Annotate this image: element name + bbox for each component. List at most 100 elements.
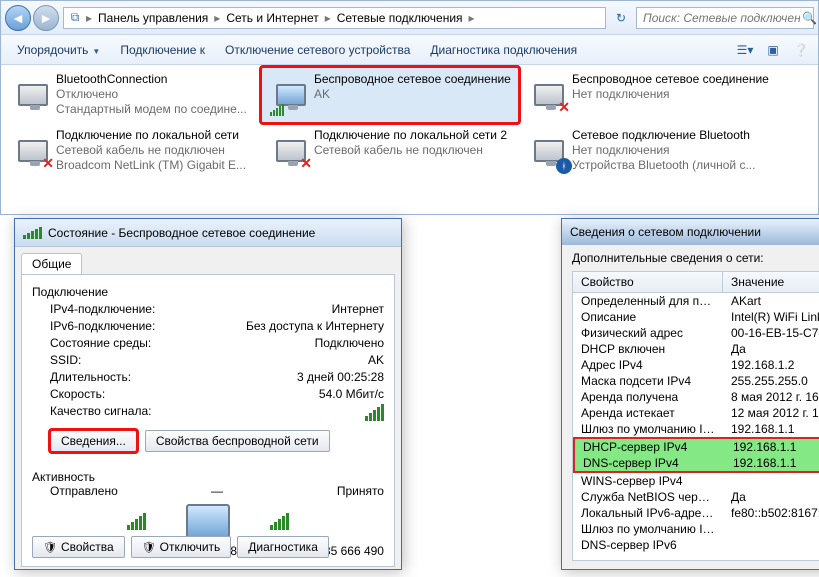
connection-wireless-2[interactable]: ✕ Беспроводное сетевое соединение 2 Нет … [519,67,777,123]
connection-wireless-1[interactable]: Беспроводное сетевое соединение AK [261,67,519,123]
table-row[interactable]: DNS-сервер IPv4192.168.1.1 [573,455,819,473]
connection-name: Беспроводное сетевое соединение [314,72,512,87]
adapter-icon [18,84,48,106]
ssid-value: AK [368,353,384,367]
connection-bt-net[interactable]: ✕ᚼ Сетевое подключение Bluetooth Нет под… [519,123,777,179]
signal-bars-icon [365,404,384,421]
signal-quality-label: Качество сигнала: [50,404,365,424]
dialog-title: Состояние - Беспроводное сетевое соедине… [48,226,315,240]
signal-icon [270,513,289,530]
property-name: DNS-сервер IPv4 [575,455,725,471]
wireless-properties-button[interactable]: Свойства беспроводной сети [145,430,330,452]
bluetooth-icon: ᚼ [556,158,572,174]
table-row[interactable]: DNS-сервер IPv6 [573,537,819,553]
table-row[interactable]: ОписаниеIntel(R) WiFi Link 5150 [573,309,819,325]
table-row[interactable]: DHCP включенДа [573,341,819,357]
property-name: Шлюз по умолчанию IP... [573,421,723,437]
connection-device: Broadcom NetLink (TM) Gigabit E... [56,158,254,173]
dash: — [161,484,272,498]
connection-lan-1[interactable]: ✕ Подключение по локальной сети Сетевой … [3,123,261,179]
breadcrumb[interactable]: ⧉ ▸ Панель управления ▸ Сеть и Интернет … [63,7,606,29]
table-row[interactable]: Шлюз по умолчанию IP... [573,521,819,537]
table-row[interactable]: Маска подсети IPv4255.255.255.0 [573,373,819,389]
property-name: Физический адрес [573,325,723,341]
diagnose-button[interactable]: Диагностика подключения [420,40,587,60]
address-bar: ◄ ► ⧉ ▸ Панель управления ▸ Сеть и Интер… [1,1,818,35]
connection-status: Отключено [56,87,254,102]
monitor-icon [186,504,230,538]
table-row[interactable]: Аренда получена8 мая 2012 г. 16:53:55 [573,389,819,405]
adapter-icon [276,84,306,106]
disable-button[interactable]: 🛡Отключить [131,536,232,558]
property-name: Шлюз по умолчанию IP... [573,521,723,537]
connect-to-button[interactable]: Подключение к [110,40,215,60]
details-button[interactable]: Сведения... [50,430,137,452]
table-row[interactable]: Адрес IPv4192.168.1.2 [573,357,819,373]
signal-icon [127,513,146,530]
command-bar: Упорядочить▼ Подключение к Отключение се… [1,35,818,65]
search-box[interactable]: 🔍 [636,7,814,29]
help-button[interactable]: ❔ [790,43,812,57]
property-name: Локальный IPv6-адрес... [573,505,723,521]
disable-device-button[interactable]: Отключение сетевого устройства [215,40,420,60]
connection-name: Подключение по локальной сети [56,128,254,143]
property-value: AKart [723,293,819,309]
forward-button[interactable]: ► [33,5,59,31]
ipv4-value: Интернет [332,302,384,316]
signal-bars-icon [270,104,284,116]
property-name: DNS-сервер IPv6 [573,537,723,553]
property-name: Аренда истекает [573,405,723,421]
tab-general[interactable]: Общие [21,253,82,274]
table-row[interactable]: Шлюз по умолчанию IP...192.168.1.1 [573,421,819,437]
table-row[interactable]: WINS-сервер IPv4 [573,473,819,489]
property-name: Адрес IPv4 [573,357,723,373]
group-activity-label: Активность [32,470,384,484]
dialog-titlebar[interactable]: Сведения о сетевом подключении ✕ [562,219,819,245]
column-property[interactable]: Свойство [573,272,723,292]
speed-label: Скорость: [50,387,319,401]
group-connection-label: Подключение [32,285,384,299]
dialog-titlebar[interactable]: Состояние - Беспроводное сетевое соедине… [15,219,401,247]
table-row[interactable]: Аренда истекает12 мая 2012 г. 16:39:25 [573,405,819,421]
table-row[interactable]: Служба NetBIOS через...Да [573,489,819,505]
table-row[interactable]: DHCP-сервер IPv4192.168.1.1 [573,437,819,455]
column-value[interactable]: Значение [723,272,819,292]
diagnose-button[interactable]: Диагностика [237,536,329,558]
properties-button[interactable]: 🛡Свойства [32,536,125,558]
preview-pane-button[interactable]: ▣ [762,43,784,57]
back-button[interactable]: ◄ [5,5,31,31]
breadcrumb-seg-3[interactable]: Сетевые подключения [333,11,467,25]
properties-table: Свойство Значение Определенный для по...… [572,271,819,561]
refresh-button[interactable]: ↻ [610,11,632,25]
connection-bluetooth[interactable]: BluetoothConnection Отключено Стандартны… [3,67,261,123]
search-icon: 🔍 [802,11,817,25]
property-value: 255.255.255.0 [723,373,819,389]
organize-menu[interactable]: Упорядочить▼ [7,40,110,60]
connection-lan-2[interactable]: ✕ Подключение по локальной сети 2 Сетево… [261,123,519,179]
connection-status: Сетевой кабель не подключен [314,143,512,158]
sent-label: Отправлено [32,484,161,498]
property-name: DHCP включен [573,341,723,357]
table-row[interactable]: Определенный для по...AKart [573,293,819,309]
property-value [723,473,819,489]
ipv6-label: IPv6-подключение: [50,319,246,333]
search-input[interactable] [641,10,802,26]
shield-icon: 🛡 [142,541,156,554]
view-mode-button[interactable]: ☰▾ [734,43,756,57]
connection-name: BluetoothConnection [56,72,254,87]
signal-icon [23,227,42,239]
breadcrumb-seg-1[interactable]: Панель управления [94,11,212,25]
ssid-label: SSID: [50,353,368,367]
status-panel: Подключение IPv4-подключение:Интернет IP… [21,275,395,567]
table-row[interactable]: Локальный IPv6-адрес...fe80::b502:8167:4… [573,505,819,521]
breadcrumb-seg-2[interactable]: Сеть и Интернет [222,11,322,25]
media-value: Подключено [315,336,384,350]
network-icon: ⧉ [66,10,84,25]
property-value [723,537,819,553]
property-value: 192.168.1.1 [725,455,819,471]
table-row[interactable]: Физический адрес00-16-EB-15-C7-5C [573,325,819,341]
connection-status: Сетевой кабель не подключен [56,143,254,158]
duration-value: 3 дней 00:25:28 [297,370,384,384]
table-header: Свойство Значение [573,272,819,293]
property-name: Определенный для по... [573,293,723,309]
